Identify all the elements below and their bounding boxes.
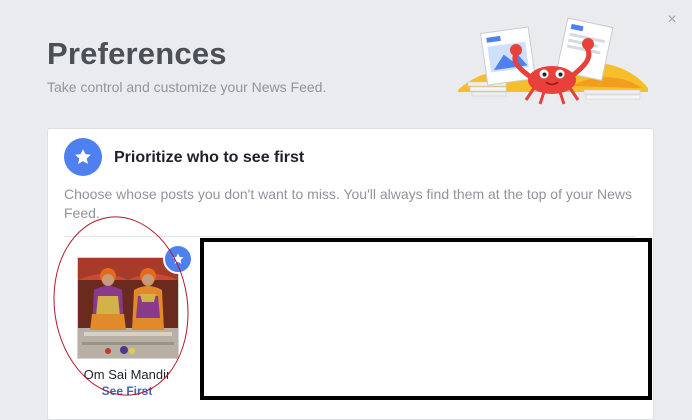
section-description: Choose whose posts you don't want to mis…: [64, 186, 632, 221]
redaction-box: [200, 238, 652, 400]
page-photo[interactable]: [77, 257, 179, 359]
divider: [64, 236, 636, 237]
page-name[interactable]: Om Sai Mandir: [57, 367, 197, 382]
close-button[interactable]: ×: [664, 12, 680, 28]
page-title: Preferences: [47, 36, 227, 71]
crab-illustration: [458, 17, 648, 105]
see-first-star-badge: [163, 244, 193, 274]
see-first-link[interactable]: See First: [57, 384, 197, 398]
page-subtitle: Take control and customize your News Fee…: [47, 79, 327, 95]
star-icon: [64, 138, 102, 176]
section-title: Prioritize who to see first: [114, 149, 305, 166]
